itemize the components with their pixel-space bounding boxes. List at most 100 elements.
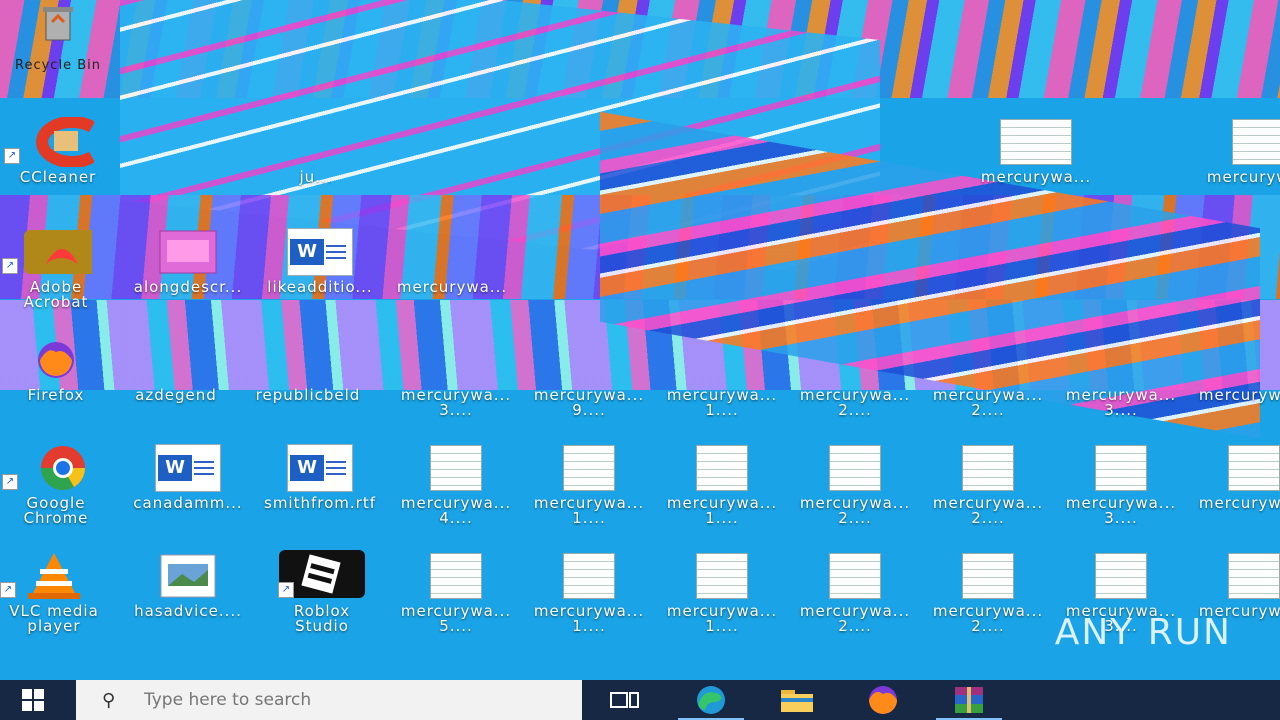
shortcut-arrow-icon: ↗	[0, 582, 16, 598]
document-icon	[140, 334, 212, 386]
desktop-icon-likeadditio[interactable]: W likeadditio...	[254, 222, 386, 328]
document-icon	[819, 442, 891, 494]
desktop-icon-document[interactable]: mercurywa... 1....	[656, 438, 788, 544]
word-doc-icon: W	[284, 442, 356, 494]
desktop-icon-label: mercurywa... 5....	[400, 602, 512, 635]
desktop-icon-label: azdegend	[135, 386, 217, 404]
desktop-icon-label: mercurywa... 2....	[932, 386, 1044, 419]
desktop-icon-label: mercurywa...	[1198, 386, 1280, 404]
desktop-icon-document[interactable]: mercurywa...	[970, 112, 1102, 218]
document-icon	[1218, 334, 1280, 386]
desktop-icon-label: likeadditio...	[267, 278, 373, 296]
chrome-icon	[20, 442, 92, 494]
document-icon	[952, 334, 1024, 386]
document-icon	[420, 550, 492, 602]
desktop-icon-label: mercurywa... 3....	[400, 386, 512, 419]
desktop-icon-document[interactable]: mercurywa... 2....	[789, 330, 921, 436]
desktop-icon-azdegend[interactable]: azdegend	[110, 330, 242, 436]
desktop-icon-document[interactable]: mercurywa... 4....	[390, 438, 522, 544]
desktop-icon-recycle-bin[interactable]: Recycle Bin	[0, 0, 124, 106]
desktop-icon-document[interactable]: mercurywa...	[1188, 438, 1280, 544]
firefox-icon	[20, 334, 92, 386]
desktop-icon-canadamm[interactable]: W canadamm...	[122, 438, 254, 544]
desktop-icon-document[interactable]: mercurywa... 2....	[789, 438, 921, 544]
document-icon	[1085, 334, 1157, 386]
task-view-button[interactable]	[582, 680, 668, 720]
document-icon	[420, 442, 492, 494]
desktop-icon-label: mercurywa... 3....	[1065, 494, 1177, 527]
desktop-icon-label: mercurywa...	[1198, 494, 1280, 512]
taskbar-edge-button[interactable]	[668, 680, 754, 720]
document-icon	[1000, 116, 1072, 168]
document-icon	[686, 442, 758, 494]
word-doc-icon: W	[284, 226, 356, 278]
document-icon	[1218, 442, 1280, 494]
document-icon	[1085, 442, 1157, 494]
task-view-icon	[610, 692, 639, 708]
windows-logo-icon	[22, 689, 44, 711]
document-icon	[272, 334, 344, 386]
desktop-icon-label: canadamm...	[133, 494, 243, 512]
desktop-icon-roblox-studio[interactable]: ↗ Roblox Studio	[256, 546, 388, 652]
desktop-icon-ccleaner[interactable]: ↗ CCleaner	[0, 112, 124, 218]
desktop-icon-label: mercurywa... 2....	[799, 494, 911, 527]
desktop-icon-label: mercurywa... 1....	[533, 494, 645, 527]
acrobat-icon	[20, 226, 92, 278]
desktop-icon-document[interactable]: mercurywa... 5....	[390, 546, 522, 652]
desktop-icon-label: mercurywa...	[980, 168, 1092, 186]
desktop-icon-document[interactable]: mercurywa... 1....	[523, 546, 655, 652]
search-input[interactable]	[142, 689, 526, 711]
taskbar-search-box[interactable]: ⚲	[76, 680, 582, 720]
document-icon	[952, 550, 1024, 602]
desktop-icon-document[interactable]: mercurywa... 9....	[523, 330, 655, 436]
desktop-icon-alongdescr[interactable]: alongdescr...	[122, 222, 254, 328]
desktop-icon-document[interactable]: mercurywa...	[1188, 330, 1280, 436]
desktop-icon-document[interactable]: mercurywa... 2....	[922, 438, 1054, 544]
desktop-icon-hasadvice[interactable]: hasadvice....	[122, 546, 254, 652]
desktop-icon-republicbeld[interactable]: republicbeld	[242, 330, 374, 436]
desktop-icon-label: mercurywa... 2....	[932, 602, 1044, 635]
document-icon	[416, 226, 488, 278]
shortcut-icon	[280, 116, 352, 168]
taskbar-winrar-button[interactable]	[926, 680, 1012, 720]
desktop-icon-document[interactable]: mercurywa... 3....	[1055, 438, 1187, 544]
desktop-icon-label: VLC media player	[9, 602, 99, 635]
document-icon	[553, 550, 625, 602]
desktop-icon-document[interactable]: mercurywa... 1....	[656, 546, 788, 652]
desktop-icon-document[interactable]: mercurywa... 3....	[1055, 330, 1187, 436]
desktop-icon-document[interactable]: mercurywa... 2....	[922, 546, 1054, 652]
desktop-icon-label: mercurywa... 1....	[666, 602, 778, 635]
document-icon	[1218, 550, 1280, 602]
start-button[interactable]	[0, 680, 66, 720]
document-icon	[420, 334, 492, 386]
document-icon	[819, 334, 891, 386]
desktop-icon-document[interactable]: mercurywa... 3....	[390, 330, 522, 436]
desktop-icon-label: mercurywa... 2....	[799, 386, 911, 419]
document-icon	[952, 442, 1024, 494]
desktop-icon-label: mercurywa... 2....	[799, 602, 911, 635]
desktop-icon-shortcut[interactable]: ju...	[250, 112, 382, 218]
desktop-icon-document[interactable]: mercurywa...	[1196, 112, 1280, 218]
taskbar-file-explorer-button[interactable]	[754, 680, 840, 720]
document-icon	[686, 334, 758, 386]
desktop-icon-firefox[interactable]: Firefox	[0, 330, 122, 436]
document-icon	[1226, 116, 1280, 168]
desktop-icon-label: Recycle Bin	[15, 58, 101, 73]
desktop-icon-vlc[interactable]: ↗ VLC media player	[0, 546, 120, 652]
desktop-icon-adobe-acrobat[interactable]: ↗ Adobe Acrobat	[0, 222, 122, 328]
desktop-icon-label: mercurywa... 1....	[666, 386, 778, 419]
desktop-icon-document[interactable]: mercurywa... 1....	[523, 438, 655, 544]
vlc-icon	[18, 550, 90, 602]
taskbar-firefox-button[interactable]	[840, 680, 926, 720]
desktop-icon-google-chrome[interactable]: ↗ Google Chrome	[0, 438, 122, 544]
desktop-icon-document[interactable]: mercurywa... 2....	[922, 330, 1054, 436]
desktop-icon-label: mercurywa... 4....	[400, 494, 512, 527]
desktop-icon-document[interactable]: mercurywa...	[386, 222, 518, 328]
ccleaner-icon	[22, 116, 94, 168]
desktop-icon-label: mercurywa...	[1206, 168, 1280, 186]
desktop-icon-document[interactable]: mercurywa... 2....	[789, 546, 921, 652]
desktop-icon-label: Adobe Acrobat	[23, 278, 89, 311]
desktop-icon-smithfrom[interactable]: W smithfrom.rtf	[254, 438, 386, 544]
desktop-icon-document[interactable]: mercurywa... 1....	[656, 330, 788, 436]
document-icon	[819, 550, 891, 602]
